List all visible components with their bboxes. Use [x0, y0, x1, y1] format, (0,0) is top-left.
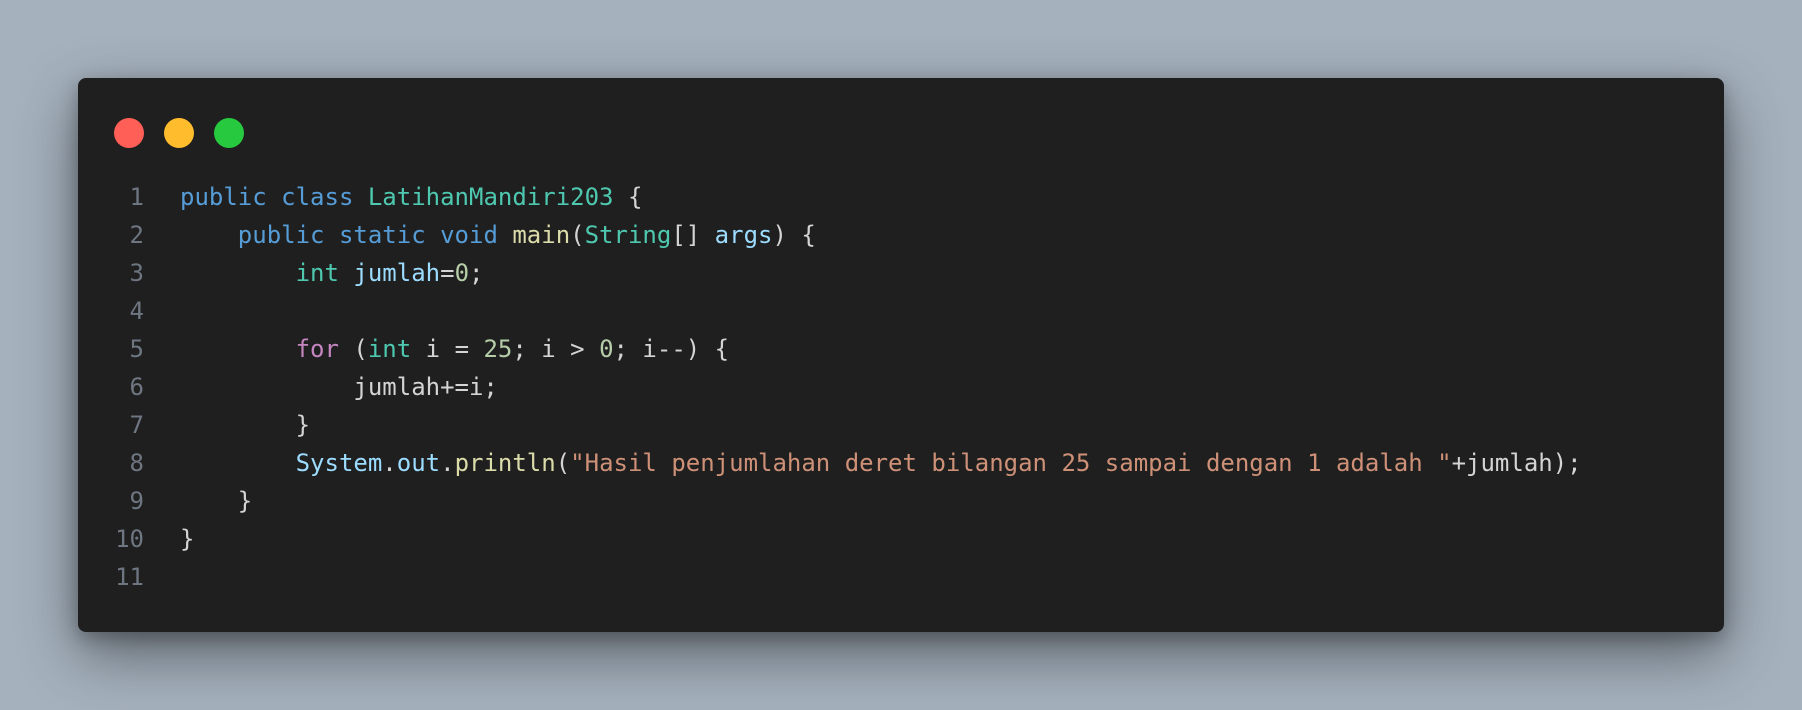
line-number: 6 [129, 373, 144, 401]
code-token: int [295, 259, 339, 287]
line-number: 10 [115, 525, 144, 553]
line-source: } [144, 482, 252, 520]
code-token: ( [570, 221, 585, 249]
code-token: out [396, 449, 441, 477]
code-token: for [295, 335, 339, 363]
code-token: ; [469, 259, 484, 287]
line-number: 3 [129, 259, 144, 287]
line-source [144, 292, 180, 330]
code-token: ) { [772, 221, 816, 249]
code-token: } [180, 487, 253, 515]
code-token: ; i > [512, 335, 600, 363]
code-token: . [382, 449, 397, 477]
code-token: void [440, 221, 498, 249]
code-token: } [180, 411, 311, 439]
code-token: public [237, 221, 325, 249]
code-line: 6 jumlah+=i; [78, 368, 1724, 406]
code-token: ; i--) { [613, 335, 730, 363]
code-token: System [295, 449, 383, 477]
code-token: i = [411, 335, 484, 363]
line-source: for (int i = 25; i > 0; i--) { [144, 330, 730, 368]
line-number: 2 [129, 221, 144, 249]
line-number: 4 [129, 297, 144, 325]
code-token: . [440, 449, 455, 477]
code-line: 7 } [78, 406, 1724, 444]
line-source: public static void main(String[] args) { [144, 216, 816, 254]
code-token: static [338, 221, 426, 249]
close-dot-icon[interactable] [114, 118, 144, 148]
line-source: public class LatihanMandiri203 { [144, 178, 642, 216]
code-token: 25 [483, 335, 513, 363]
code-window: 1 public class LatihanMandiri203 {2 publi… [78, 78, 1724, 632]
line-source [144, 558, 180, 596]
code-line: 3 int jumlah=0; [78, 254, 1724, 292]
code-token: } [180, 525, 195, 553]
code-token: LatihanMandiri203 [367, 183, 614, 211]
code-token: args [714, 221, 773, 249]
line-source: jumlah+=i; [144, 368, 498, 406]
line-number: 8 [129, 449, 144, 477]
line-number: 1 [129, 183, 144, 211]
code-token: jumlah [353, 259, 441, 287]
code-token: class [281, 183, 354, 211]
code-line: 10} [78, 520, 1724, 558]
code-line: 2 public static void main(String[] args)… [78, 216, 1724, 254]
code-token: ( [555, 449, 571, 477]
line-source: } [144, 406, 310, 444]
line-number: 11 [115, 563, 144, 591]
code-token: "Hasil penjumlahan deret bilangan 25 sam… [570, 449, 1452, 477]
code-token: ( [338, 335, 368, 363]
maximize-dot-icon[interactable] [214, 118, 244, 148]
code-token: String [584, 221, 672, 249]
line-number: 7 [129, 411, 144, 439]
code-line: 8 System.out.println("Hasil penjumlahan … [78, 444, 1724, 482]
code-token: [] [671, 221, 715, 249]
code-line: 1 public class LatihanMandiri203 { [78, 178, 1724, 216]
code-token: jumlah+=i; [180, 373, 498, 401]
code-token: = [440, 259, 455, 287]
minimize-dot-icon[interactable] [164, 118, 194, 148]
line-source: System.out.println("Hasil penjumlahan de… [144, 444, 1582, 482]
code-token: int [367, 335, 412, 363]
code-token: main [512, 221, 571, 249]
line-source: } [144, 520, 194, 558]
code-token: { [613, 183, 643, 211]
code-token: println [454, 449, 556, 477]
code-token: +jumlah); [1451, 449, 1582, 477]
code-line: 11 [78, 558, 1724, 596]
code-line: 9 } [78, 482, 1724, 520]
line-number: 9 [129, 487, 144, 515]
code-line: 4 [78, 292, 1724, 330]
line-source: int jumlah=0; [144, 254, 484, 292]
code-token: 0 [599, 335, 614, 363]
code-token: public [180, 183, 267, 211]
code-block: 1 public class LatihanMandiri203 {2 publi… [78, 178, 1724, 596]
line-number: 5 [129, 335, 144, 363]
code-line: 5 for (int i = 25; i > 0; i--) { [78, 330, 1724, 368]
code-token: 0 [454, 259, 470, 287]
window-controls [114, 118, 244, 148]
